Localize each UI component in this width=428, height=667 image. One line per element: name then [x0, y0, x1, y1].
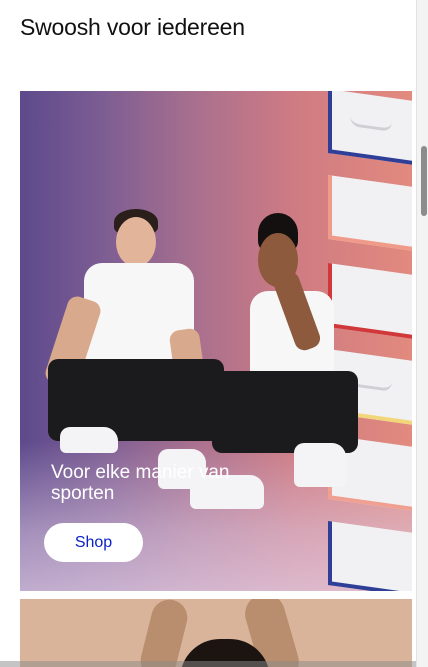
- vertical-scrollbar[interactable]: [416, 0, 428, 667]
- shirt-tile: [328, 91, 412, 166]
- arm: [136, 599, 192, 667]
- section-title: Swoosh voor iedereen: [20, 14, 245, 40]
- model-man: [40, 201, 224, 501]
- hero-card[interactable]: Voor elke manier van sporten Shop: [20, 91, 412, 591]
- head: [116, 217, 156, 267]
- pants: [212, 371, 358, 453]
- horizontal-scrollbar[interactable]: [0, 661, 416, 667]
- promo-card-2[interactable]: [20, 599, 412, 667]
- scroll-thumb[interactable]: [421, 146, 427, 216]
- hero-caption: Voor elke manier van sporten: [51, 462, 230, 504]
- page: Swoosh voor iedereen Voor elke manier va…: [0, 0, 416, 667]
- shop-button[interactable]: Shop: [44, 523, 143, 562]
- shirt-tile: [328, 520, 412, 591]
- sneaker: [294, 443, 346, 487]
- sneaker: [60, 427, 118, 453]
- swoosh-logo: [350, 116, 392, 132]
